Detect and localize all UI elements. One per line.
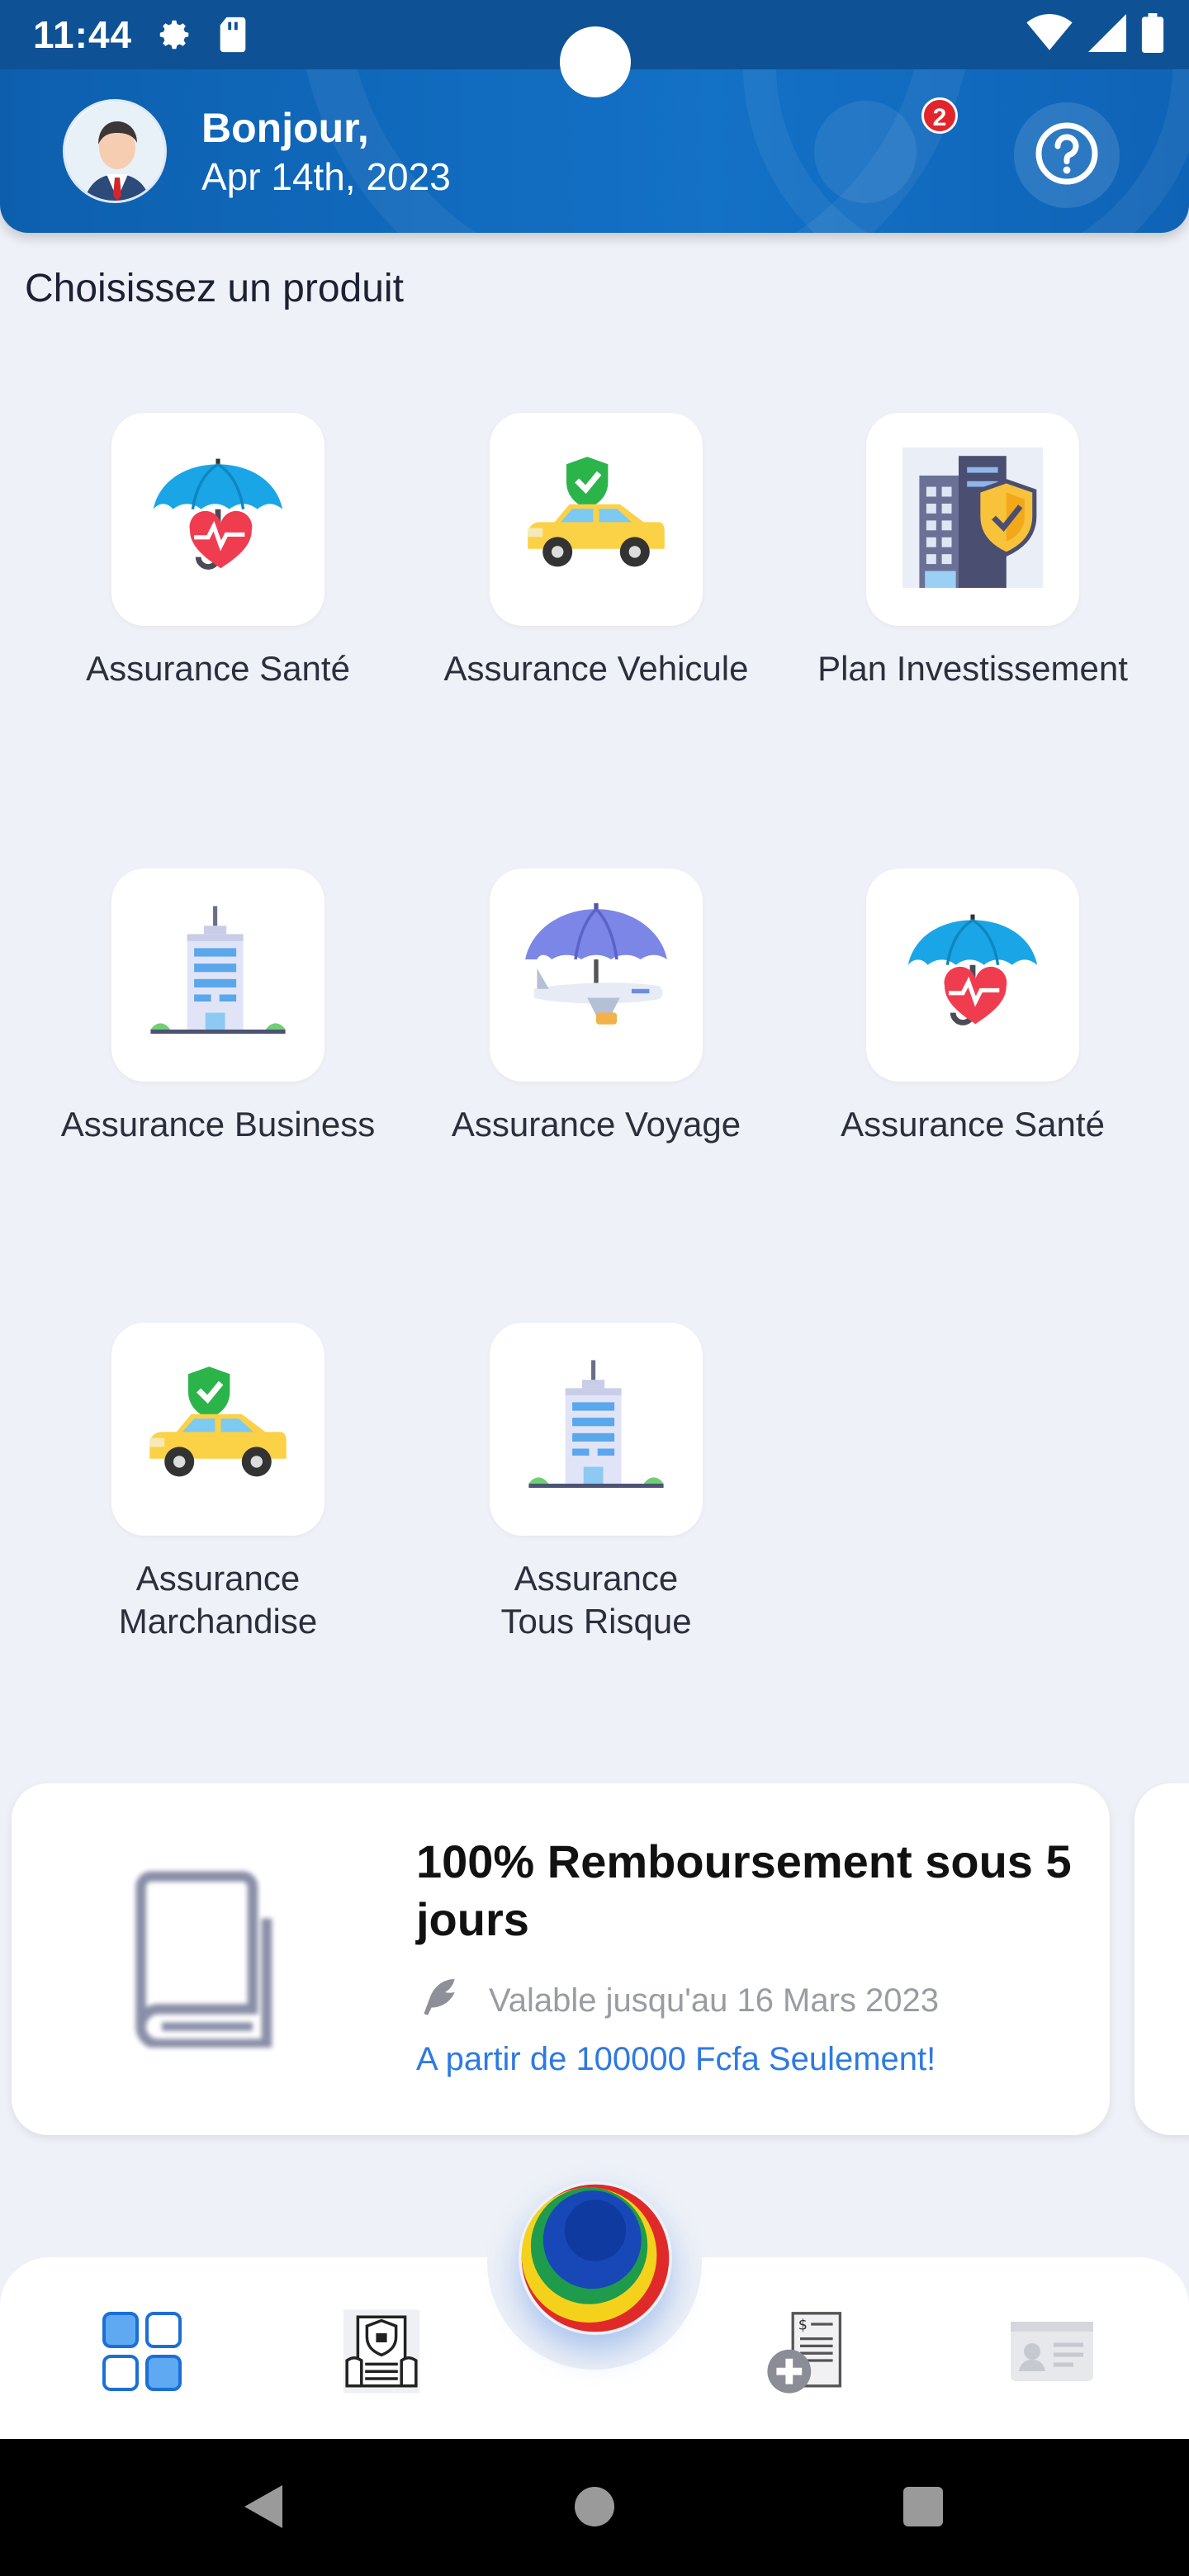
umbrella-heart-icon (148, 447, 288, 592)
greeting-bar: Bonjour, Apr 14th, 2023 2 (0, 69, 1189, 233)
product-label: Assurance Santé (841, 1105, 1105, 1144)
product-label: Assurance Santé (86, 649, 350, 688)
home-icon[interactable] (573, 2485, 616, 2532)
car-shield-icon (522, 447, 670, 592)
product-card[interactable]: Assurance Vehicule (414, 413, 778, 690)
nav-home[interactable] (92, 2304, 192, 2403)
feather-icon (416, 1973, 462, 2028)
medical-invoice-icon: $ (764, 2306, 855, 2401)
product-label: Assurance Marchandise (118, 1559, 318, 1641)
product-tile[interactable] (111, 1323, 324, 1536)
product-tile[interactable] (490, 413, 703, 626)
plane-umbrella-icon (522, 902, 670, 1048)
gear-icon (155, 16, 193, 54)
product-card[interactable]: Assurance Business (36, 869, 400, 1146)
section-title: Choisissez un produit (25, 267, 404, 310)
status-time: 11:44 (33, 13, 133, 56)
book-icon (119, 1866, 296, 2052)
signal-icon (1088, 14, 1126, 56)
promo-card[interactable]: 100% Remboursement sous 5 jours Valable … (12, 1783, 1110, 2135)
building-shield-icon (902, 447, 1043, 592)
back-icon[interactable] (239, 2482, 286, 2536)
wifi-icon (1026, 14, 1073, 56)
product-card[interactable]: Assurance Marchandise (36, 1323, 400, 1643)
promo-validity-text: Valable jusqu'au 16 Mars 2023 (489, 1982, 940, 2019)
product-label: Plan Investissement (817, 649, 1128, 688)
greeting-text: Bonjour, (201, 105, 369, 151)
product-tile[interactable] (866, 413, 1079, 626)
product-tile[interactable] (111, 869, 324, 1082)
secure-document-icon (336, 2306, 427, 2401)
product-card[interactable]: Assurance Santé (36, 413, 400, 690)
promo-title: 100% Remboursement sous 5 jours (416, 1835, 1072, 1945)
promo-validity: Valable jusqu'au 16 Mars 2023 (416, 1973, 939, 2028)
office-building-icon (526, 1357, 666, 1502)
next-promo-card[interactable] (1135, 1783, 1189, 2135)
center-logo-icon (519, 2184, 672, 2338)
product-card[interactable]: Assurance Tous Risque (414, 1323, 778, 1643)
office-building-icon (148, 903, 288, 1048)
product-label: Assurance Tous Risque (500, 1559, 692, 1641)
recents-icon[interactable] (902, 2485, 945, 2532)
system-navigation-bar (0, 2439, 1189, 2576)
notification-button[interactable] (814, 101, 917, 203)
product-card[interactable]: Plan Investissement (791, 413, 1154, 690)
notification-badge: 2 (921, 97, 958, 134)
product-tile[interactable] (866, 869, 1079, 1082)
nav-contracts[interactable] (332, 2304, 431, 2403)
help-circle-icon (1034, 121, 1100, 191)
product-tile[interactable] (111, 413, 324, 626)
avatar[interactable] (63, 99, 167, 203)
battery-icon (1141, 13, 1164, 57)
product-label: Assurance Business (60, 1105, 376, 1144)
car-shield-icon (144, 1357, 292, 1502)
sd-card-icon (216, 16, 249, 54)
nav-claims[interactable]: $ (760, 2304, 859, 2403)
app-header: 11:44 Bonjour, Apr 14th, 2023 2 (0, 0, 1189, 233)
product-tile[interactable] (490, 869, 703, 1082)
product-tile[interactable] (490, 1323, 703, 1536)
product-card[interactable]: Assurance Voyage (414, 869, 778, 1146)
product-label: Assurance Voyage (451, 1105, 741, 1144)
id-card-icon (1009, 2318, 1095, 2389)
product-card[interactable]: Assurance Santé (791, 869, 1154, 1146)
center-action-button[interactable] (519, 2181, 672, 2335)
promo-offer: A partir de 100000 Fcfa Seulement! (416, 2041, 936, 2077)
nav-profile[interactable] (1002, 2304, 1101, 2403)
dashboard-grid-icon (101, 2310, 183, 2397)
umbrella-heart-icon (902, 903, 1043, 1048)
svg-text:$: $ (798, 2317, 808, 2333)
date-text: Apr 14th, 2023 (201, 155, 451, 198)
help-button[interactable] (1014, 102, 1120, 208)
product-label: Assurance Vehicule (443, 649, 749, 688)
